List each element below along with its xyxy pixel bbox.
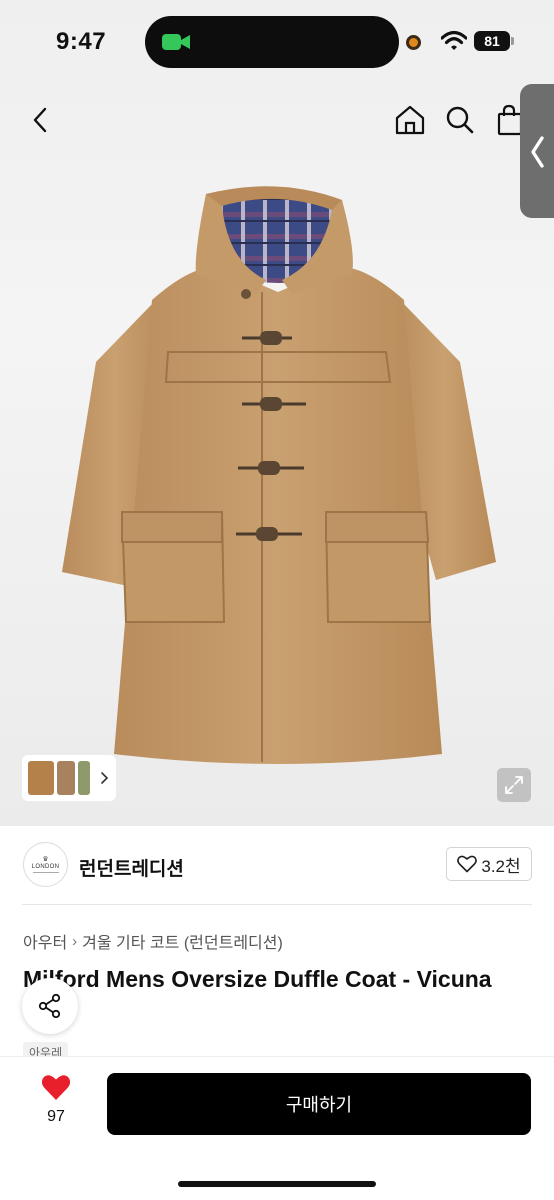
image-thumbnail-strip[interactable] — [22, 755, 116, 801]
status-time: 9:47 — [56, 28, 107, 55]
shopping-bag-icon — [497, 104, 522, 136]
category-breadcrumb[interactable]: 아우터 › 겨울 기타 코트 (런던트레디션) — [23, 929, 283, 953]
facetime-camera-icon — [162, 34, 190, 50]
seller-like-button[interactable]: 3.2천 — [446, 847, 532, 881]
crown-icon: ♛ — [42, 856, 49, 863]
home-icon — [395, 105, 425, 135]
thumbnail-3[interactable] — [78, 761, 90, 795]
home-indicator — [178, 1181, 376, 1187]
seller-logo[interactable]: ♛ LONDON — [23, 842, 68, 887]
product-image-coat — [62, 186, 496, 764]
breadcrumb-separator-icon: › — [72, 932, 78, 950]
thumbnail-2[interactable] — [57, 761, 75, 795]
seller-row[interactable]: ♛ LONDON 런던트레디션 3.2천 — [0, 826, 554, 904]
thumbnail-1[interactable] — [28, 761, 54, 795]
expand-icon — [505, 776, 523, 794]
wishlist-button[interactable]: 97 — [36, 1074, 76, 1126]
seller-like-count: 3.2천 — [481, 856, 521, 876]
expand-image-button[interactable] — [497, 768, 531, 802]
chevron-right-icon[interactable] — [99, 771, 109, 785]
breadcrumb-item-2[interactable]: 겨울 기타 코트 (런던트레디션) — [82, 929, 283, 953]
seller-logo-text: LONDON — [31, 864, 60, 870]
logo-rule — [32, 872, 59, 873]
wishlist-count: 97 — [47, 1108, 65, 1125]
buy-button[interactable]: 구매하기 — [107, 1073, 531, 1135]
side-panel-chevron-icon — [531, 136, 544, 168]
wifi-icon — [441, 30, 467, 50]
chevron-left-icon — [33, 107, 47, 133]
share-button[interactable] — [22, 978, 78, 1034]
heart-outline-icon — [457, 855, 478, 873]
seller-name[interactable]: 런던트레디션 — [79, 854, 184, 881]
recording-dot-icon — [406, 35, 421, 50]
heart-filled-icon — [41, 1075, 71, 1100]
section-divider — [22, 904, 532, 905]
share-icon — [38, 993, 61, 1019]
side-panel-handle[interactable] — [520, 84, 554, 218]
home-button[interactable] — [392, 102, 428, 138]
product-title: Milford Mens Oversize Duffle Coat - Vicu… — [23, 966, 492, 992]
battery-nub — [511, 37, 514, 45]
search-button[interactable] — [442, 102, 478, 138]
breadcrumb-item-1[interactable]: 아우터 — [23, 929, 67, 953]
back-button[interactable] — [22, 102, 58, 138]
battery-icon: 81 — [474, 31, 510, 51]
search-icon — [446, 106, 474, 134]
product-image-gallery[interactable]: 9:47 81 — [0, 0, 554, 826]
status-bar: 9:47 81 — [0, 0, 554, 84]
